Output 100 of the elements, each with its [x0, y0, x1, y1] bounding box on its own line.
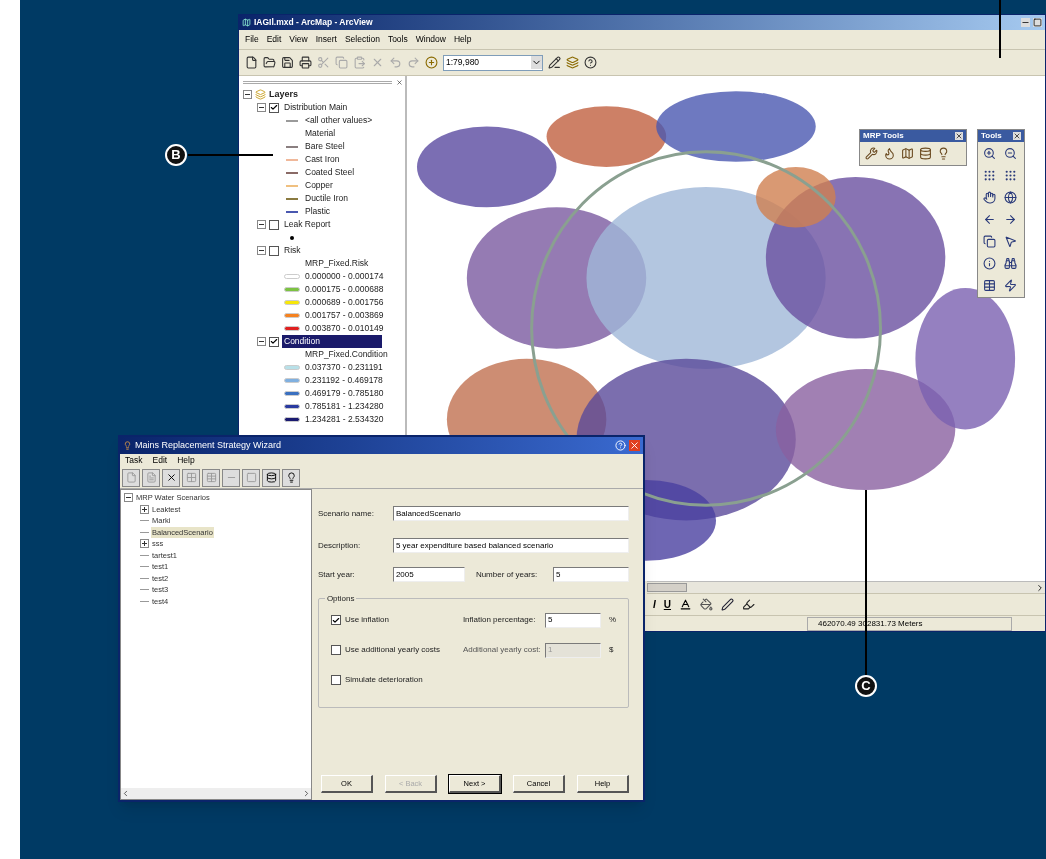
layer-checkbox[interactable]	[269, 102, 279, 113]
grid-icon[interactable]	[983, 169, 996, 182]
minimize-icon[interactable]	[1021, 18, 1030, 27]
close-icon[interactable]	[396, 78, 403, 86]
expand-toggle[interactable]	[140, 539, 149, 549]
layer-name[interactable]: Risk	[282, 244, 303, 257]
scale-combobox[interactable]: 1:79,980	[443, 54, 543, 71]
font-color-icon[interactable]	[679, 598, 692, 611]
input-field[interactable]: 5	[544, 612, 601, 628]
menu-item[interactable]: Edit	[152, 454, 168, 467]
checkbox-label[interactable]: Simulate deterioration	[340, 674, 463, 686]
legend-label: Coated Steel	[305, 166, 355, 179]
new-icon[interactable]	[245, 56, 258, 69]
open-icon[interactable]	[263, 56, 276, 69]
database-icon[interactable]	[919, 147, 932, 160]
lightbulb-icon[interactable]	[937, 147, 950, 160]
expand-toggle[interactable]	[257, 220, 266, 229]
menu-item[interactable]: Selection	[344, 33, 380, 46]
layer-checkbox[interactable]	[269, 245, 279, 256]
input-field[interactable]: 5	[552, 567, 629, 582]
toc-root[interactable]: Layers	[269, 88, 299, 101]
menu-item[interactable]: Edit	[266, 33, 282, 46]
marker-color-icon[interactable]	[742, 598, 755, 611]
pointer-icon[interactable]	[1004, 235, 1017, 248]
forward-icon[interactable]	[1004, 213, 1017, 226]
legend-label: 0.785181 - 1.234280	[305, 400, 384, 413]
help-icon[interactable]	[584, 56, 597, 69]
legend-label: Ductile Iron	[305, 192, 348, 205]
fill-color-icon[interactable]	[700, 598, 713, 611]
expand-toggle[interactable]	[124, 493, 133, 503]
close-icon[interactable]	[629, 440, 640, 451]
info-icon[interactable]	[983, 257, 996, 270]
scroll-right-icon[interactable]	[1035, 582, 1045, 593]
horizontal-scrollbar[interactable]	[647, 581, 1045, 593]
field-label: Inflation percentage:	[462, 614, 537, 626]
menu-item[interactable]: Help	[177, 454, 195, 467]
delete-icon[interactable]	[165, 472, 177, 483]
flame-icon[interactable]	[883, 147, 896, 160]
window-title: Mains Replacement Strategy Wizard	[135, 438, 283, 452]
legend-heading: MRP_Fixed.Condition	[305, 348, 388, 361]
checkbox[interactable]	[330, 645, 341, 655]
zoom-in-icon[interactable]	[983, 147, 996, 160]
globe-icon[interactable]	[1004, 191, 1017, 204]
print-icon[interactable]	[299, 56, 312, 69]
hand-icon[interactable]	[983, 191, 996, 204]
menu-item[interactable]: Help	[453, 33, 472, 46]
checkbox-label[interactable]: Use inflation	[340, 614, 463, 626]
expand-toggle[interactable]	[257, 246, 266, 255]
save-icon[interactable]	[281, 56, 294, 69]
checkbox[interactable]	[330, 675, 341, 685]
lightbulb-icon[interactable]	[285, 472, 297, 483]
app-icon	[242, 18, 251, 27]
input-field[interactable]: 2005	[392, 567, 465, 582]
legend-label: <all other values>	[305, 114, 373, 127]
binoculars-icon[interactable]	[1004, 257, 1017, 270]
scroll-left-icon[interactable]	[121, 789, 130, 798]
restore-icon[interactable]	[1033, 18, 1042, 27]
menu-item[interactable]: Insert	[315, 33, 337, 46]
expand-toggle[interactable]	[243, 90, 252, 99]
checkmark-icon	[331, 615, 340, 625]
expand-toggle[interactable]	[140, 504, 149, 514]
layer-checkbox[interactable]	[269, 219, 279, 230]
menu-item[interactable]: File	[245, 33, 259, 46]
format-button[interactable]: U	[663, 597, 671, 612]
format-button[interactable]: I	[653, 597, 656, 612]
menu-item[interactable]: View	[289, 33, 308, 46]
zoom-out-icon[interactable]	[1004, 147, 1017, 160]
expand-toggle[interactable]	[257, 103, 266, 112]
back-icon[interactable]	[983, 213, 996, 226]
checkbox-label[interactable]: Use additional yearly costs	[340, 644, 463, 656]
horizontal-scrollbar[interactable]	[121, 788, 311, 799]
layer-checkbox[interactable]	[269, 336, 279, 347]
grid-icon[interactable]	[1004, 169, 1017, 182]
layer-name[interactable]: Leak Report	[282, 218, 333, 231]
input-field[interactable]: BalancedScenario	[392, 506, 629, 521]
edit-icon[interactable]	[548, 56, 561, 69]
layer-name[interactable]: Condition	[282, 335, 382, 348]
map-icon[interactable]	[901, 147, 914, 160]
field-label: Scenario name:	[317, 507, 375, 520]
lightning-icon[interactable]	[1004, 279, 1017, 292]
checkmark-icon	[270, 103, 278, 112]
field-label: Start year:	[317, 568, 356, 581]
add-icon[interactable]	[425, 56, 438, 69]
menu-item[interactable]: Window	[415, 33, 446, 46]
legend-label: 0.001757 - 0.003869	[305, 309, 384, 322]
menu-item[interactable]: Task	[125, 454, 143, 467]
wrench-icon[interactable]	[865, 147, 878, 160]
scroll-thumb[interactable]	[647, 583, 687, 592]
line-color-icon[interactable]	[721, 598, 734, 611]
legend-label: 0.231192 - 0.469178	[305, 374, 383, 387]
legend-label: 0.469179 - 0.785180	[305, 387, 384, 400]
input-field[interactable]: 5 year expenditure based balanced scenario	[392, 538, 629, 553]
close-icon[interactable]	[1013, 132, 1021, 140]
close-icon[interactable]	[955, 132, 963, 140]
expand-toggle[interactable]	[257, 337, 266, 346]
checkbox[interactable]	[330, 615, 341, 625]
layer-name[interactable]: Distribution Main	[282, 101, 350, 114]
layers-icon[interactable]	[566, 56, 579, 69]
menu-item[interactable]: Tools	[387, 33, 408, 46]
database-icon[interactable]	[265, 472, 277, 483]
